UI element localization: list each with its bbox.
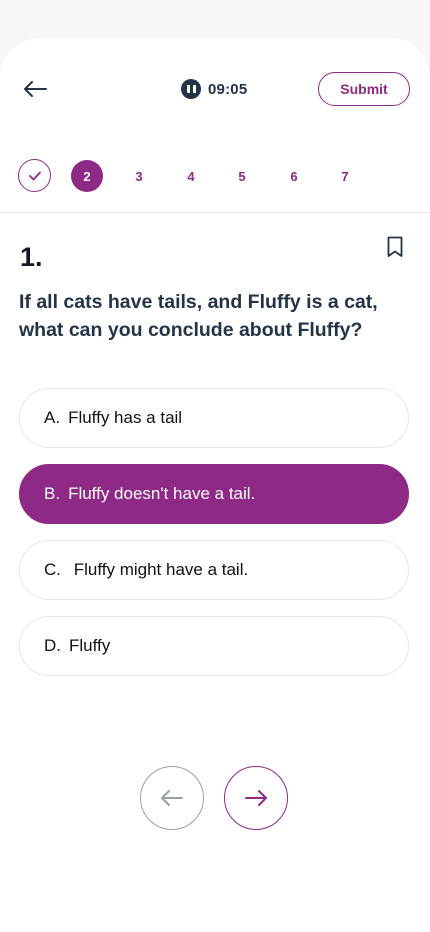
- arrow-left-icon: [24, 81, 47, 97]
- arrow-right-icon: [245, 790, 267, 806]
- option-b[interactable]: B. Fluffy doesn't have a tail.: [19, 464, 409, 524]
- option-d[interactable]: D. Fluffy: [19, 616, 409, 676]
- arrow-left-icon: [161, 790, 183, 806]
- pause-icon[interactable]: [181, 79, 201, 99]
- timer: 09:05: [181, 78, 247, 100]
- option-text: Fluffy doesn't have a tail.: [68, 484, 256, 503]
- check-icon: [28, 171, 41, 180]
- step-6[interactable]: 6: [278, 159, 310, 193]
- previous-question-button[interactable]: [140, 766, 204, 830]
- option-c[interactable]: C. Fluffy might have a tail.: [19, 540, 409, 600]
- option-text: Fluffy: [69, 636, 111, 655]
- question-number: 1.: [20, 242, 43, 272]
- option-letter: C.: [44, 560, 61, 579]
- option-letter: B.: [44, 484, 61, 503]
- option-letter: D.: [44, 636, 61, 655]
- option-text: Fluffy might have a tail.: [69, 560, 249, 579]
- step-3[interactable]: 3: [123, 159, 155, 193]
- divider: [0, 212, 430, 213]
- option-text: Fluffy has a tail: [68, 408, 183, 427]
- submit-button[interactable]: Submit: [318, 72, 410, 106]
- option-letter: A.: [44, 408, 61, 427]
- quiz-header: 09:05 Submit: [0, 72, 430, 106]
- step-1-done[interactable]: [18, 159, 51, 192]
- step-7[interactable]: 7: [329, 159, 361, 193]
- timer-text: 09:05: [208, 80, 248, 98]
- bookmark-button[interactable]: [385, 235, 405, 259]
- step-5[interactable]: 5: [226, 159, 258, 193]
- bookmark-icon: [387, 236, 403, 257]
- question-text: If all cats have tails, and Fluffy is a …: [19, 291, 378, 341]
- next-question-button[interactable]: [224, 766, 288, 830]
- question-stepper: 2 3 4 5 6 7: [0, 159, 430, 193]
- option-a[interactable]: A. Fluffy has a tail: [19, 388, 409, 448]
- step-4[interactable]: 4: [175, 159, 207, 193]
- back-button[interactable]: [20, 76, 50, 102]
- step-2[interactable]: 2: [71, 160, 103, 192]
